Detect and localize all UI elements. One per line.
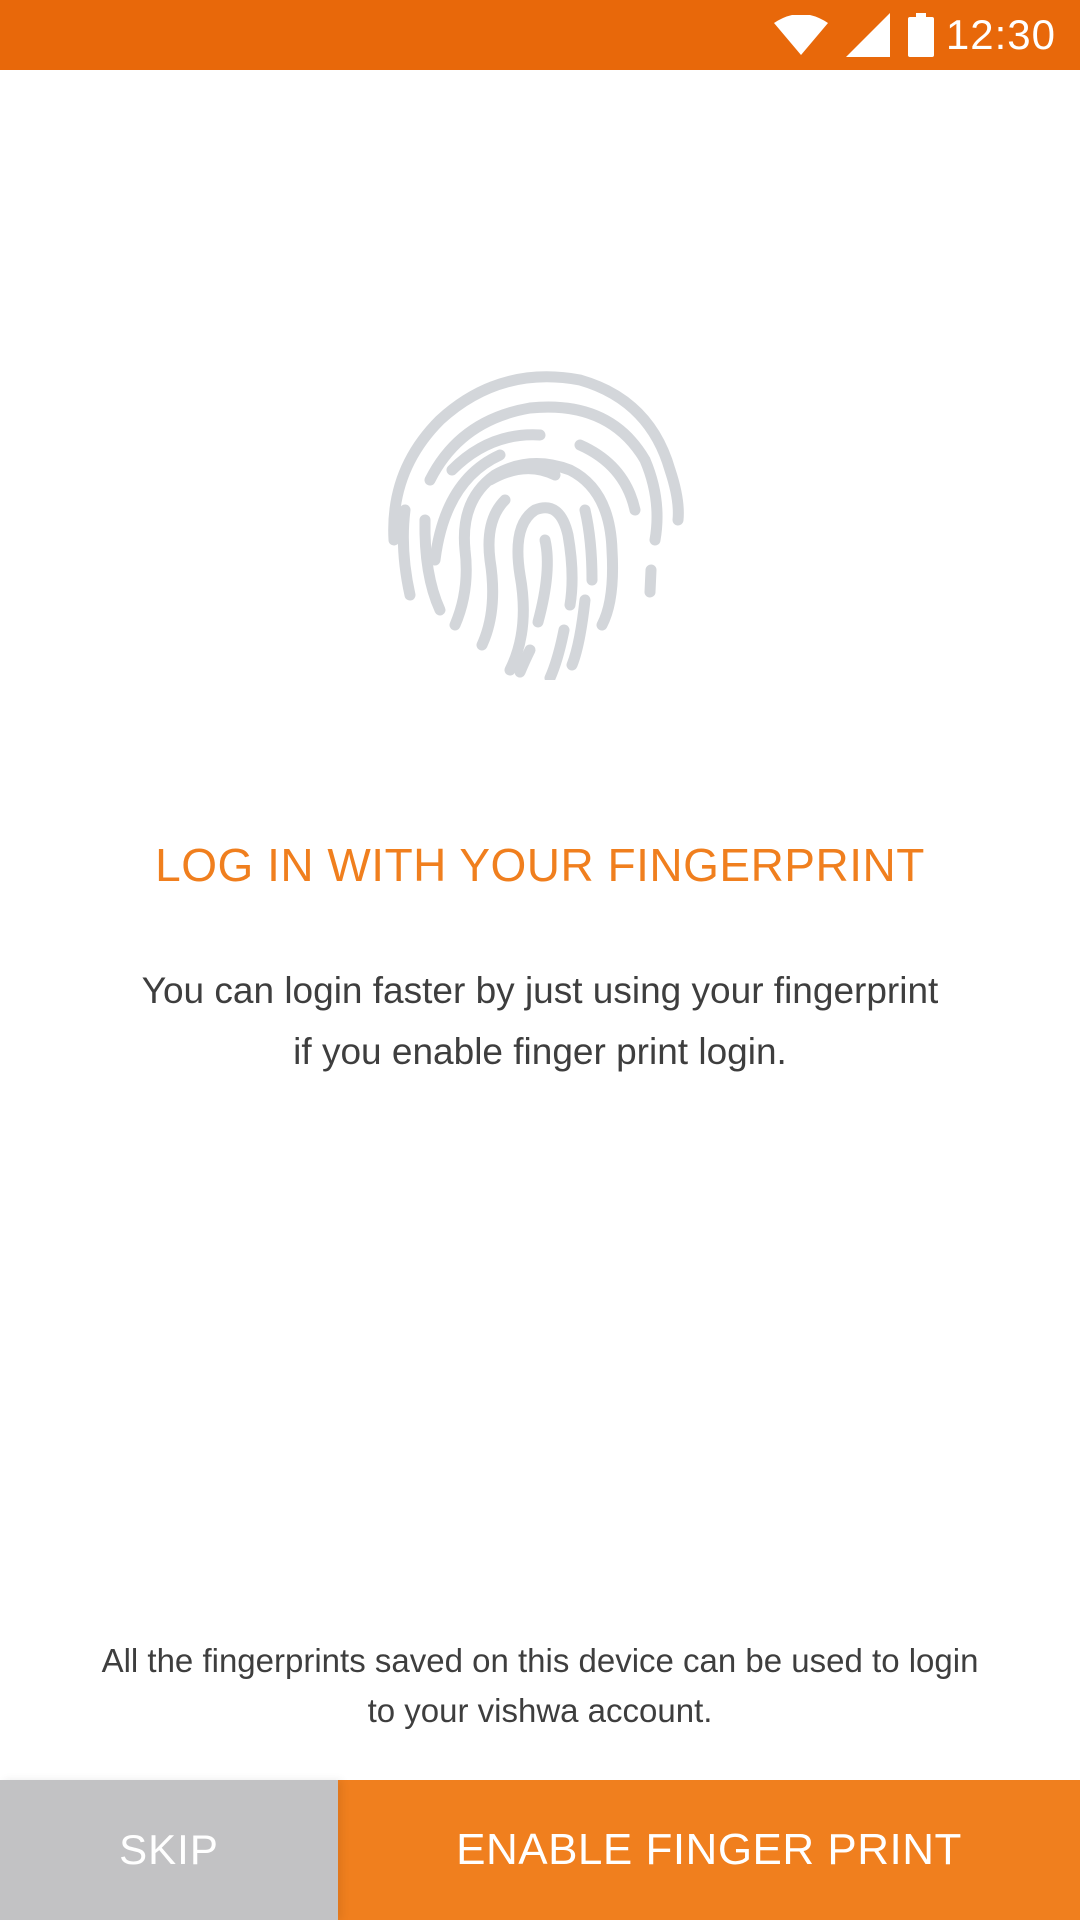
page-title: LOG IN WITH YOUR FINGERPRINT xyxy=(155,839,925,891)
skip-button[interactable]: SKIP xyxy=(0,1780,338,1920)
battery-icon xyxy=(907,13,934,57)
status-time: 12:30 xyxy=(945,11,1056,58)
status-icons xyxy=(773,13,934,57)
fingerprint-icon xyxy=(380,360,700,684)
footer-note: All the fingerprints saved on this devic… xyxy=(40,1636,1040,1736)
signal-icon xyxy=(845,13,890,57)
enable-fingerprint-button[interactable]: ENABLE FINGER PRINT xyxy=(338,1780,1080,1920)
description: You can login faster by just using your … xyxy=(80,960,1000,1082)
status-bar: 12:30 xyxy=(0,0,1080,70)
description-line: if you enable finger print login. xyxy=(293,1031,787,1072)
bottom-action-bar: SKIP ENABLE FINGER PRINT xyxy=(0,1780,1080,1920)
description-line: You can login faster by just using your … xyxy=(141,970,939,1011)
footer-note-line: to your vishwa account. xyxy=(367,1692,713,1729)
fingerprint-setup-screen: 12:30 LOG IN WITH YOUR FINGERPRINT You c… xyxy=(0,0,1080,1920)
footer-note-line: All the fingerprints saved on this devic… xyxy=(101,1642,979,1679)
wifi-icon xyxy=(773,15,828,55)
